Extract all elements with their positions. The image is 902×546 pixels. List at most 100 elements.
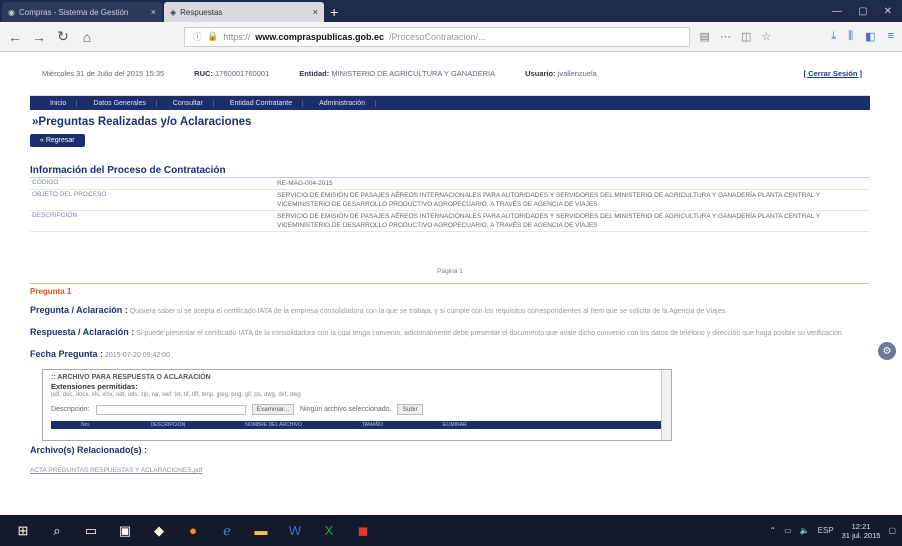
reader-view-icon[interactable]: ▤	[700, 30, 710, 43]
menu-item-inicio[interactable]: Inicio	[40, 99, 78, 107]
word-icon[interactable]: W	[278, 515, 312, 546]
back-arrow-icon[interactable]: ←	[8, 29, 22, 45]
user-info: Usuario: jvallenzuela	[525, 69, 597, 78]
bookmark-star-icon[interactable]: ☆	[761, 30, 771, 43]
notifications-icon[interactable]: ▢	[888, 526, 896, 535]
related-files-label: Archivo(s) Relacionado(s) :	[30, 445, 148, 456]
user-value: jvallenzuela	[557, 69, 597, 78]
description-label: Descripción:	[51, 406, 90, 414]
question-header: Pregunta 1	[30, 283, 870, 296]
menu-icon[interactable]: ≡	[888, 30, 894, 43]
ruc-info: RUC: 1760001760001	[194, 69, 269, 78]
info-key: CÓDIGO	[30, 178, 275, 191]
back-button[interactable]: « Regresar	[30, 134, 85, 147]
clock[interactable]: 12:21 31 jul. 2015	[842, 522, 881, 540]
browse-button[interactable]: Examinar...	[251, 404, 295, 416]
url-prefix: https://	[223, 31, 251, 42]
web-page: Miércoles 31 de Julio del 2015 15:35 RUC…	[0, 52, 902, 515]
info-value: SERVICIO DE EMISIÓN DE PASAJES AÉREOS IN…	[275, 189, 870, 212]
pocket-icon[interactable]: ◫	[741, 30, 751, 43]
close-window-icon[interactable]: ✕	[884, 6, 892, 17]
url-actions: ▤ ⋯ ◫ ☆	[700, 30, 772, 43]
sidebar-icon[interactable]: ◧	[865, 30, 875, 43]
back-button-label: Regresar	[45, 137, 75, 144]
user-label: Usuario:	[525, 69, 556, 78]
answer-text: Si puede presentar el certificado IATA d…	[136, 329, 844, 337]
page-actions-icon[interactable]: ⋯	[720, 30, 731, 43]
maximize-icon[interactable]: ▢	[858, 6, 867, 17]
menu-item-entidad-contratante[interactable]: Entidad Contratante	[220, 99, 304, 107]
no-file-text: Ningún archivo seleccionado.	[300, 406, 392, 414]
browser-tabstrip: ◉ Compras - Sistema de Gestión × ◈ Respu…	[0, 0, 902, 22]
task-view-icon[interactable]: ▭	[74, 515, 108, 546]
main-menu: Inicio Datos Generales Consultar Entidad…	[30, 96, 870, 110]
info-key: OBJETO DEL PROCESO	[30, 189, 275, 212]
address-bar[interactable]: ⓘ 🔒 https:// www.compraspublicas.gob.ec/P…	[184, 26, 690, 47]
system-tray: ⌃ ▭ 🔈 ESP 12:21 31 jul. 2015 ▢	[769, 522, 896, 540]
tab-close-icon[interactable]: ×	[151, 7, 156, 17]
logout-link[interactable]: [ Cerrar Sesión ]	[804, 69, 870, 78]
volume-icon[interactable]: 🔈	[800, 526, 810, 535]
tab-close-icon[interactable]: ×	[313, 7, 318, 17]
entity-value: MINISTERIO DE AGRICULTURA Y GANADERIA	[331, 69, 496, 78]
col-header: Nro.	[81, 422, 91, 429]
edge-icon[interactable]: ℯ	[210, 515, 244, 546]
app-icon[interactable]: ◆	[142, 515, 176, 546]
excel-icon[interactable]: X	[312, 515, 346, 546]
browser-tab-compras[interactable]: ◉ Compras - Sistema de Gestión ×	[2, 2, 162, 22]
windows-start-icon[interactable]: ⊞	[6, 515, 40, 546]
file-explorer-icon[interactable]: ▬	[244, 515, 278, 546]
lock-icon: 🔒	[207, 31, 219, 41]
url-domain: www.compraspublicas.gob.ec	[255, 31, 384, 42]
menu-item-administracion[interactable]: Administración	[309, 99, 377, 107]
files-table-header: Nro. DESCRIPCIÓN NOMBRE DEL ARCHIVO TAMA…	[51, 421, 663, 430]
info-value: SERVICIO DE EMISIÓN DE PASAJES AÉREOS IN…	[275, 210, 870, 233]
ruc-value: 1760001760001	[215, 69, 270, 78]
question-date-label: Fecha Pregunta :	[30, 349, 104, 360]
col-header: NOMBRE DEL ARCHIVO	[245, 422, 302, 429]
browser-tab-respuestas[interactable]: ◈ Respuestas ×	[164, 2, 324, 22]
download-icon[interactable]: ⤓	[831, 30, 836, 43]
pagination[interactable]: Página 1	[30, 268, 870, 275]
upload-title: :: ARCHIVO PARA RESPUESTA O ACLARACIÓN	[51, 374, 211, 382]
browser-toolbar: ⤓ ⫼ ◧ ≡	[831, 30, 894, 43]
allowed-extensions-label: Extensiones permitidas:	[51, 382, 138, 392]
tab-title: Compras - Sistema de Gestión	[18, 7, 129, 17]
col-header: ELIMINAR	[443, 422, 467, 429]
upload-scrollbar[interactable]	[661, 370, 671, 441]
new-tab-button[interactable]: +	[330, 2, 338, 22]
page-content: Miércoles 31 de Julio del 2015 15:35 RUC…	[30, 52, 870, 474]
answer-label: Respuesta / Aclaración :	[30, 326, 135, 337]
tray-chevron-icon[interactable]: ⌃	[769, 526, 776, 535]
info-icon[interactable]: ⓘ	[193, 30, 202, 43]
tab-favicon-icon: ◈	[170, 7, 177, 17]
store-icon[interactable]: ▣	[108, 515, 142, 546]
reload-icon[interactable]: ↻	[56, 28, 70, 45]
upload-panel: :: ARCHIVO PARA RESPUESTA O ACLARACIÓN E…	[42, 369, 672, 442]
entity-info: Entidad: MINISTERIO DE AGRICULTURA Y GAN…	[299, 69, 495, 78]
related-file-link[interactable]: ACTA PREGUNTAS RESPUESTAS Y ACLARACIONES…	[30, 467, 870, 474]
process-info-title: Información del Proceso de Contratación	[30, 165, 870, 178]
forward-arrow-icon[interactable]: →	[32, 29, 46, 45]
minimize-icon[interactable]: —	[832, 6, 842, 17]
floating-widget-icon[interactable]: ⚙	[878, 342, 896, 360]
home-icon[interactable]: ⌂	[80, 29, 94, 45]
user-info-bar: Miércoles 31 de Julio del 2015 15:35 RUC…	[30, 52, 870, 96]
menu-item-consultar[interactable]: Consultar	[163, 99, 214, 107]
window-controls: — ▢ ✕	[832, 0, 902, 22]
pdf-reader-icon[interactable]: ◼	[346, 515, 380, 546]
question-block: Pregunta / Aclaración : Quisiera saber s…	[30, 304, 870, 318]
network-icon[interactable]: ▭	[784, 526, 792, 535]
library-icon[interactable]: ⫼	[848, 30, 853, 43]
upload-form-row: Descripción: Examinar... Ningún archivo …	[43, 398, 671, 421]
col-header: DESCRIPCIÓN	[150, 422, 186, 429]
firefox-icon[interactable]: ●	[176, 515, 210, 546]
input-language[interactable]: ESP	[818, 526, 834, 535]
upload-button[interactable]: Subir	[397, 404, 423, 416]
tab-title: Respuestas	[180, 7, 223, 17]
clock-date: 31 jul. 2015	[841, 530, 881, 540]
description-input[interactable]	[95, 404, 246, 415]
search-icon[interactable]: ⌕	[40, 515, 74, 546]
menu-item-datos-generales[interactable]: Datos Generales	[83, 99, 157, 107]
table-row: DESCRIPCIÓN SERVICIO DE EMISIÓN DE PASAJ…	[30, 210, 870, 233]
